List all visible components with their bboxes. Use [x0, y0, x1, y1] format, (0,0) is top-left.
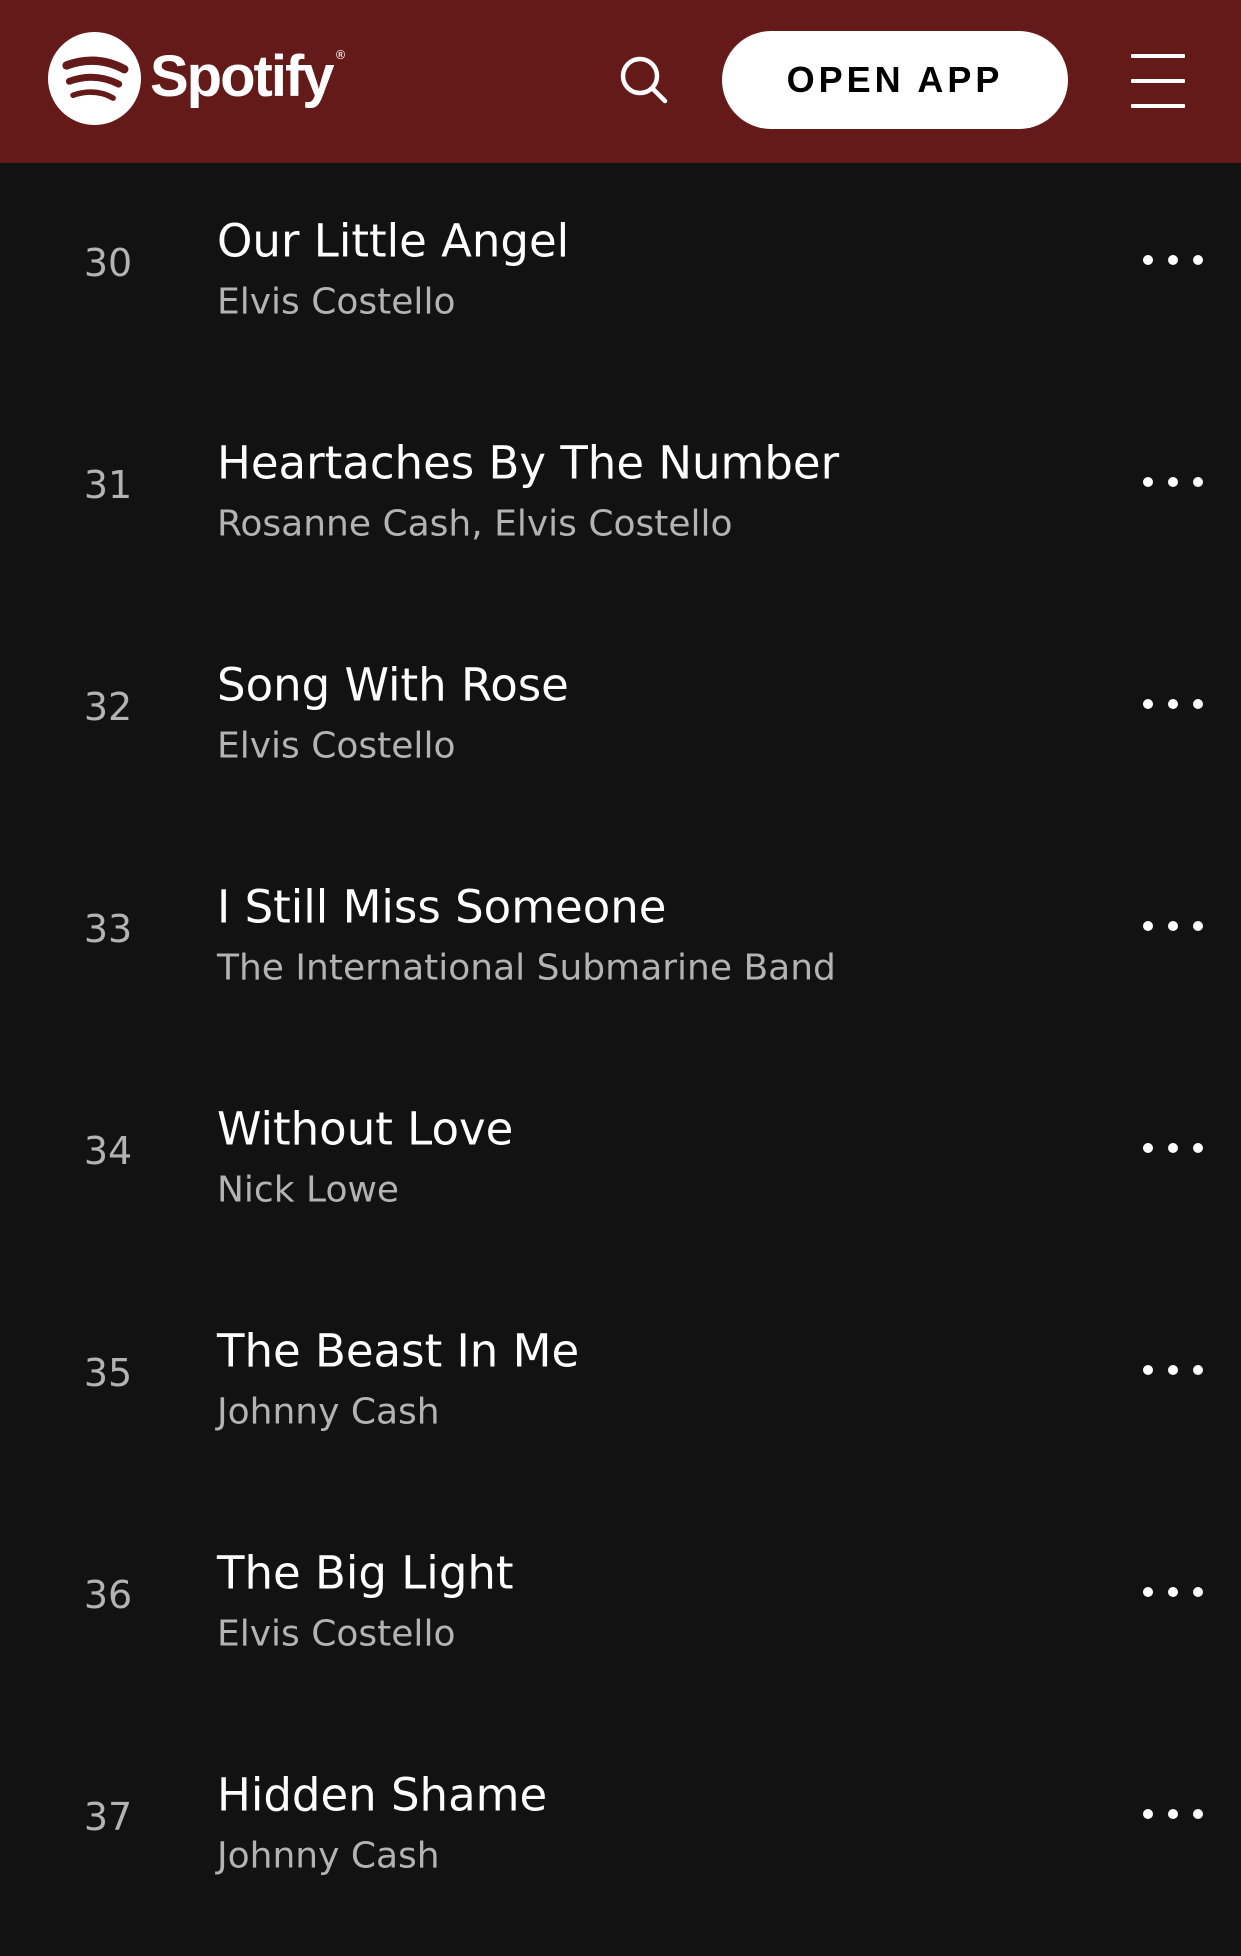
- track-number: 33: [83, 907, 133, 951]
- track-row[interactable]: 36 The Big Light Elvis Costello: [0, 1495, 1241, 1717]
- track-number: 34: [83, 1129, 133, 1173]
- track-artist[interactable]: The International Submarine Band: [217, 948, 836, 989]
- spotify-logo[interactable]: Spotify ®: [48, 32, 347, 125]
- search-icon[interactable]: [616, 52, 672, 108]
- registered-mark: ®: [334, 47, 347, 62]
- more-options-icon[interactable]: [1140, 1138, 1206, 1158]
- more-options-icon[interactable]: [1140, 916, 1206, 936]
- more-options-icon[interactable]: [1140, 1804, 1206, 1824]
- track-row[interactable]: 33 I Still Miss Someone The International …: [0, 829, 1241, 1051]
- track-number: 30: [83, 241, 133, 285]
- track-row[interactable]: 37 Hidden Shame Johnny Cash: [0, 1717, 1241, 1939]
- track-artist[interactable]: Johnny Cash: [217, 1836, 440, 1877]
- track-number: 37: [83, 1795, 133, 1839]
- more-options-icon[interactable]: [1140, 472, 1206, 492]
- spotify-logo-icon: [48, 32, 141, 125]
- track-artist[interactable]: Nick Lowe: [217, 1170, 399, 1211]
- track-number: 32: [83, 685, 133, 729]
- track-title[interactable]: Without Love: [217, 1103, 513, 1156]
- track-artist[interactable]: Elvis Costello: [217, 726, 455, 767]
- track-artist[interactable]: Elvis Costello: [217, 1614, 455, 1655]
- track-number: 31: [83, 463, 133, 507]
- track-title[interactable]: Song With Rose: [217, 659, 569, 712]
- track-row[interactable]: 31 Heartaches By The Number Rosanne Cash, …: [0, 385, 1241, 607]
- more-options-icon[interactable]: [1140, 1360, 1206, 1380]
- track-row[interactable]: 34 Without Love Nick Lowe: [0, 1051, 1241, 1273]
- track-title[interactable]: The Beast In Me: [217, 1325, 579, 1378]
- track-title[interactable]: Our Little Angel: [217, 215, 569, 268]
- track-list: 30 Our Little Angel Elvis Costello 31 Hearta…: [0, 163, 1241, 1939]
- track-row[interactable]: 30 Our Little Angel Elvis Costello: [0, 163, 1241, 385]
- track-artist[interactable]: Elvis Costello: [217, 282, 455, 323]
- track-artist[interactable]: Rosanne Cash, Elvis Costello: [217, 504, 733, 545]
- hamburger-menu-icon[interactable]: [1130, 53, 1186, 109]
- track-number: 35: [83, 1351, 133, 1395]
- more-options-icon[interactable]: [1140, 694, 1206, 714]
- track-artist[interactable]: Johnny Cash: [217, 1392, 440, 1433]
- track-title[interactable]: I Still Miss Someone: [217, 881, 666, 934]
- track-row[interactable]: 32 Song With Rose Elvis Costello: [0, 607, 1241, 829]
- more-options-icon[interactable]: [1140, 250, 1206, 270]
- top-bar: Spotify ® OPEN APP: [0, 0, 1241, 163]
- spotify-wordmark: Spotify: [150, 43, 335, 109]
- track-row[interactable]: 35 The Beast In Me Johnny Cash: [0, 1273, 1241, 1495]
- track-title[interactable]: The Big Light: [217, 1547, 514, 1600]
- more-options-icon[interactable]: [1140, 1582, 1206, 1602]
- track-title[interactable]: Hidden Shame: [217, 1769, 547, 1822]
- track-title[interactable]: Heartaches By The Number: [217, 437, 839, 490]
- track-number: 36: [83, 1573, 133, 1617]
- open-app-button[interactable]: OPEN APP: [722, 31, 1068, 129]
